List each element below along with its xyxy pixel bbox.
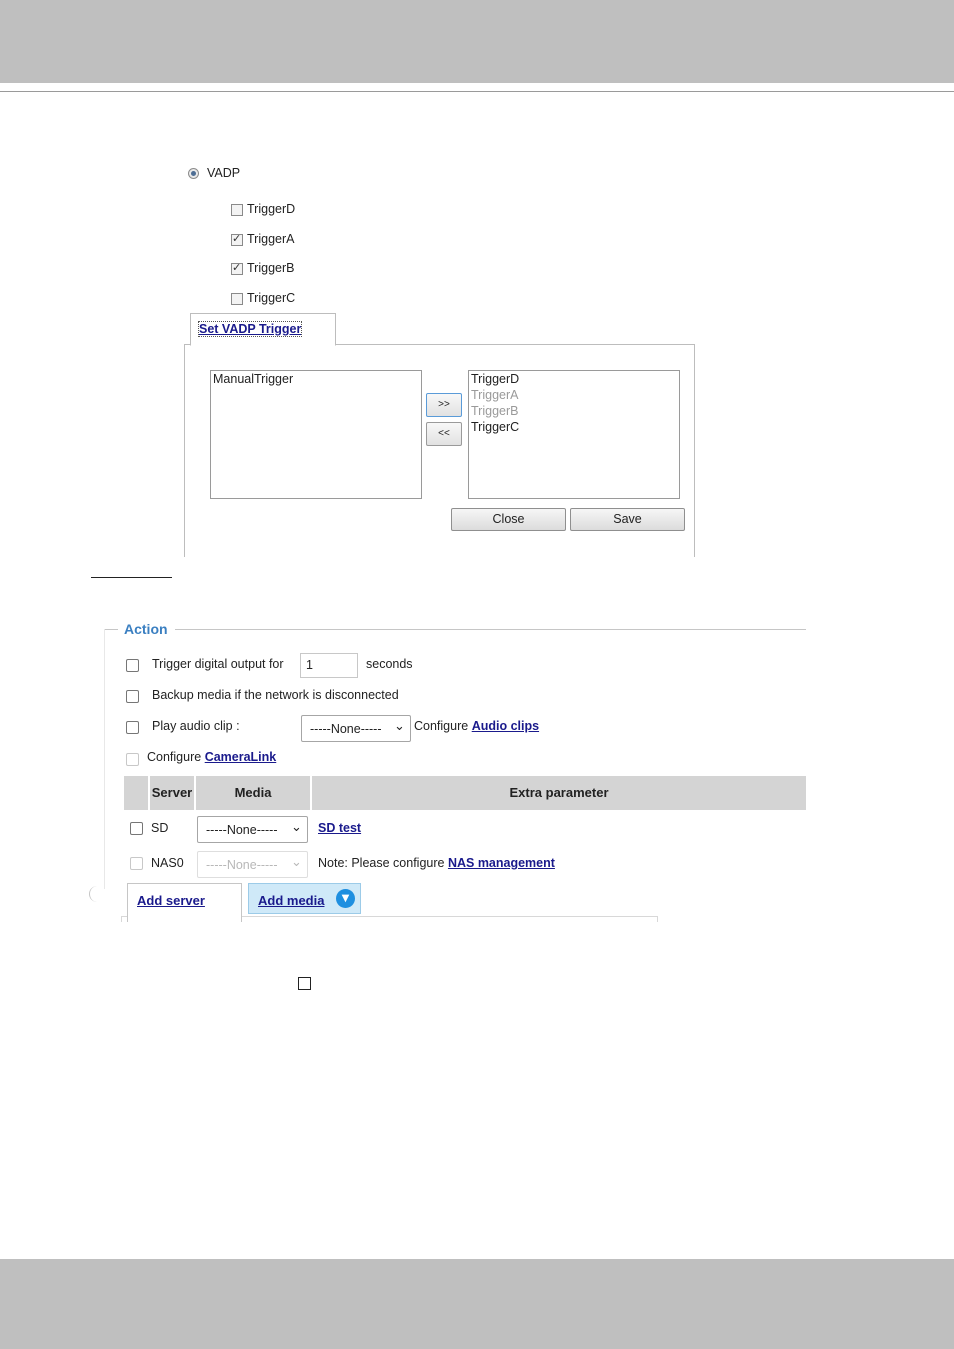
seconds-label: seconds — [366, 657, 413, 671]
list-item[interactable]: TriggerD — [471, 372, 519, 386]
close-button[interactable]: Close — [451, 508, 566, 531]
tab-set-vadp-trigger[interactable]: Set VADP Trigger — [190, 313, 336, 346]
add-trigger-button[interactable]: >> — [426, 393, 462, 417]
fieldset-curve — [89, 886, 106, 902]
action-legend: Action — [124, 621, 168, 637]
nas-note-text: Note: Please configure — [318, 856, 445, 870]
configure-cameralink-row: Configure CameraLink — [147, 750, 276, 764]
sd-media-select[interactable]: -----None----- ⌄ — [197, 816, 308, 843]
action-fieldset-border-side — [104, 629, 105, 889]
trigger-c-checkbox[interactable] — [231, 293, 243, 305]
trigger-a-checkbox[interactable] — [231, 232, 243, 246]
header-divider — [0, 91, 954, 92]
sd-checkbox[interactable] — [130, 822, 143, 835]
audio-clip-select[interactable]: -----None----- ⌄ — [301, 715, 411, 742]
available-triggers-list[interactable]: ManualTrigger — [210, 370, 422, 499]
play-audio-label: Play audio clip : — [152, 719, 240, 733]
table-header-select — [124, 776, 148, 810]
chevron-down-icon: ⌄ — [394, 719, 405, 734]
tab-add-media[interactable]: Add media ▼ — [248, 883, 361, 914]
trigger-b-checkbox[interactable] — [231, 261, 243, 275]
cameralink-checkbox[interactable] — [126, 753, 139, 766]
save-button[interactable]: Save — [570, 508, 685, 531]
audio-clips-link[interactable]: Audio clips — [472, 719, 539, 733]
configure-audio-row: Configure Audio clips — [414, 719, 539, 733]
bottom-footer-band — [0, 1259, 954, 1349]
nas-note-row: Note: Please configure NAS management — [318, 856, 555, 870]
trigger-output-input[interactable]: 1 — [300, 653, 358, 678]
backup-media-label: Backup media if the network is disconnec… — [152, 688, 399, 702]
underline-divider — [91, 577, 172, 578]
tab-add-server-label: Add server — [137, 893, 205, 908]
play-audio-checkbox[interactable] — [126, 721, 139, 734]
nas0-media-select-value: -----None----- — [206, 858, 278, 872]
list-item[interactable]: TriggerA — [471, 388, 518, 402]
tab-set-vadp-trigger-label: Set VADP Trigger — [197, 321, 303, 337]
trigger-output-checkbox[interactable] — [126, 659, 139, 672]
nas0-checkbox[interactable] — [130, 857, 143, 870]
action-fieldset-border-left — [104, 629, 118, 630]
trigger-output-label: Trigger digital output for — [152, 657, 284, 671]
top-header-band — [0, 0, 954, 83]
selected-triggers-list[interactable]: TriggerD TriggerA TriggerB TriggerC — [468, 370, 680, 499]
vadp-radio-label: VADP — [207, 166, 241, 180]
list-item[interactable]: ManualTrigger — [213, 372, 293, 386]
nas0-server-label: NAS0 — [151, 856, 184, 870]
trigger-a-label: TriggerA — [247, 232, 295, 246]
trigger-d-checkbox[interactable] — [231, 204, 243, 216]
audio-clip-select-value: -----None----- — [310, 722, 382, 736]
trigger-b-label: TriggerB — [247, 261, 295, 275]
sd-media-select-value: -----None----- — [206, 823, 278, 837]
configure-label: Configure — [414, 719, 469, 733]
backup-media-checkbox[interactable] — [126, 690, 139, 703]
action-fieldset-border — [175, 629, 806, 630]
nas-management-link[interactable]: NAS management — [448, 856, 555, 870]
tab-add-server[interactable]: Add server — [127, 883, 242, 922]
nas0-media-select[interactable]: -----None----- ⌄ — [197, 851, 308, 878]
square-icon — [298, 977, 311, 990]
sd-test-link[interactable]: SD test — [318, 821, 361, 835]
vadp-radio[interactable] — [188, 168, 199, 179]
table-header-server: Server — [150, 776, 194, 810]
sd-server-label: SD — [151, 821, 169, 835]
list-item[interactable]: TriggerB — [471, 404, 518, 418]
trigger-c-label: TriggerC — [247, 291, 296, 305]
chevron-down-icon: ⌄ — [291, 855, 302, 870]
tab-add-media-label: Add media — [258, 893, 325, 908]
configure-label: Configure — [147, 750, 202, 764]
table-header-media: Media — [196, 776, 310, 810]
trigger-d-label: TriggerD — [247, 202, 296, 216]
remove-trigger-button[interactable]: << — [426, 422, 462, 446]
list-item[interactable]: TriggerC — [471, 420, 519, 434]
dropdown-circle-icon[interactable]: ▼ — [336, 889, 355, 908]
chevron-down-icon: ⌄ — [291, 820, 302, 835]
cameralink-link[interactable]: CameraLink — [205, 750, 277, 764]
table-header-extra: Extra parameter — [312, 776, 806, 810]
